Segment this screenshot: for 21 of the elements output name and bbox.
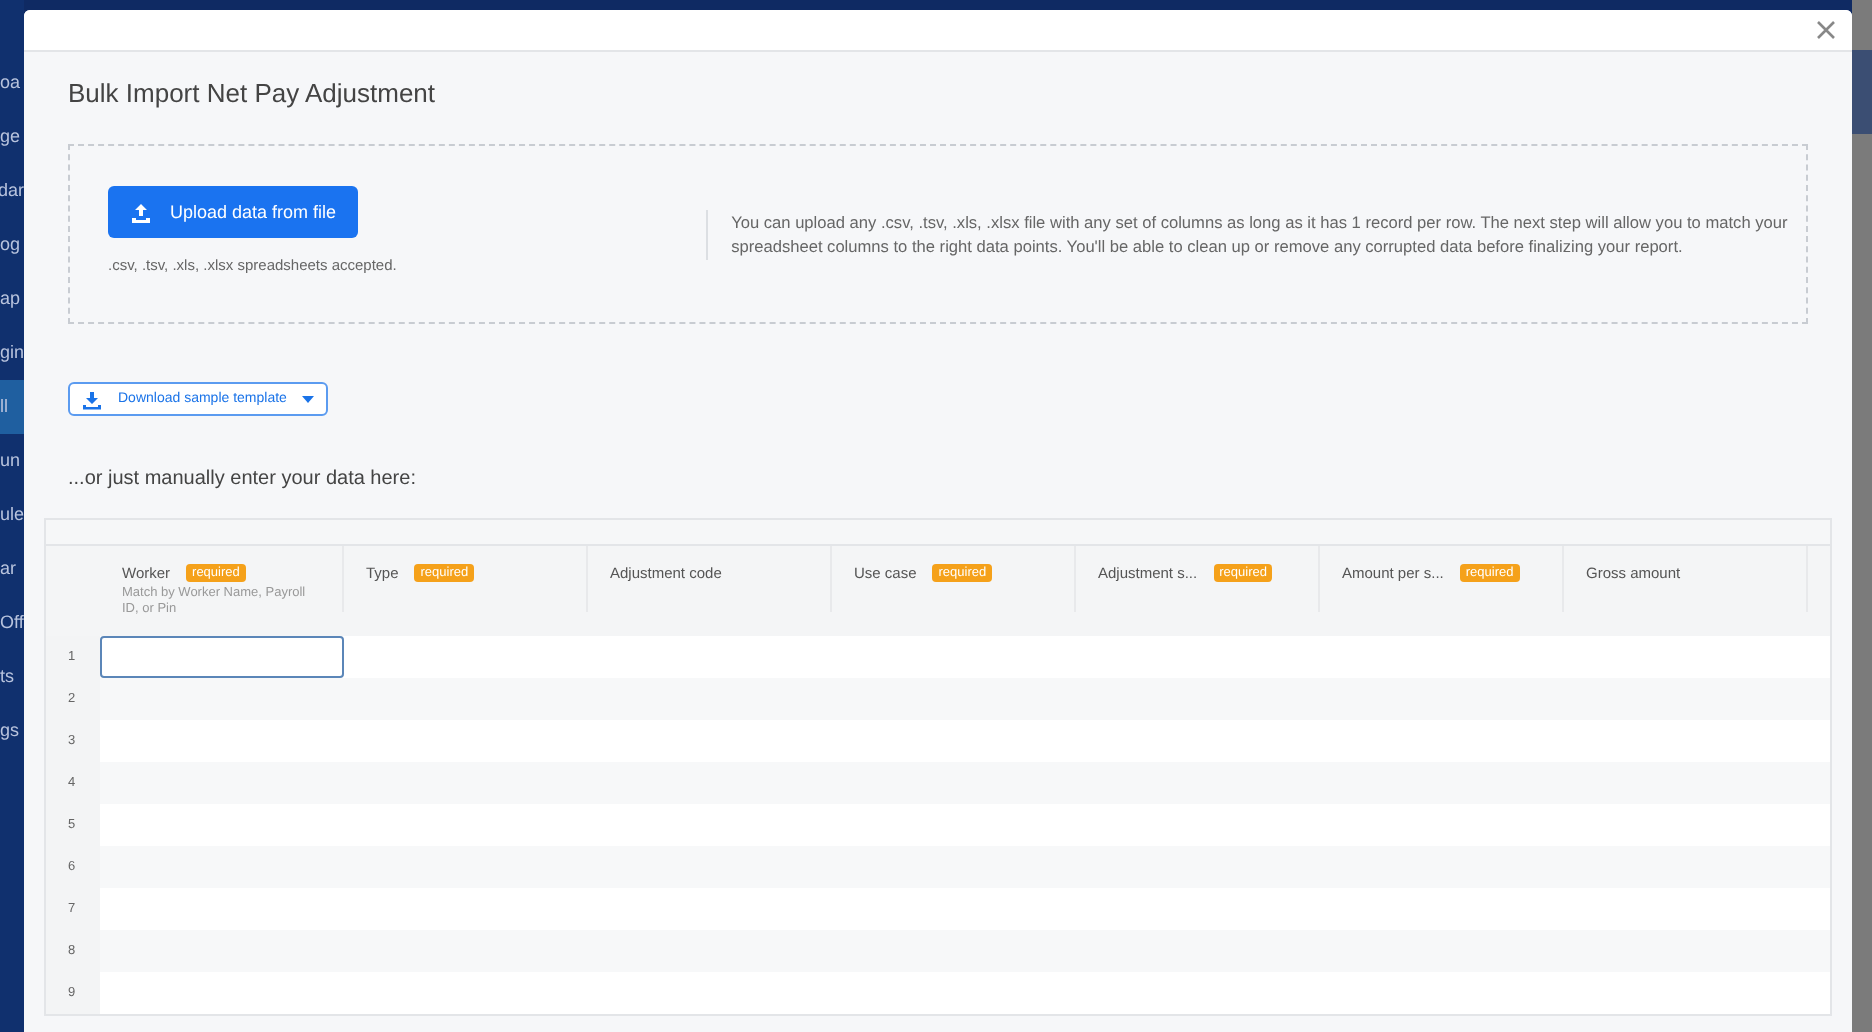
- sidebar-item[interactable]: ap: [0, 272, 24, 326]
- sidebar-item[interactable]: ar: [0, 542, 24, 596]
- upload-description: You can upload any .csv, .tsv, .xls, .xlsx file with any set of columns as long as it has 1 record per row. The next step will allow you to match your spreadsheet columns to the right data points. You'll be able to clean up or remove any corrupted data before finalizing your report.: [705, 209, 1806, 259]
- sidebar-item[interactable]: ll: [0, 380, 24, 434]
- modal-title: Bulk Import Net Pay Adjustment: [68, 78, 438, 108]
- sidebar-item[interactable]: og: [0, 218, 24, 272]
- close-icon[interactable]: [1812, 16, 1840, 44]
- sidebar-item[interactable]: gin: [0, 326, 24, 380]
- sidebar-item[interactable]: gs: [0, 704, 24, 758]
- sidebar-item[interactable]: ts: [0, 650, 24, 704]
- upload-button[interactable]: Upload data from file: [108, 186, 359, 238]
- focused-grid-cell[interactable]: [100, 636, 344, 678]
- upload-icon: [130, 201, 152, 223]
- sidebar-item[interactable]: un: [0, 434, 24, 488]
- manual-entry-heading: ...or just manually enter your data here:: [68, 468, 418, 490]
- sidebar-item[interactable]: ge: [0, 110, 24, 164]
- sidebar-item[interactable]: Off: [0, 596, 24, 650]
- sidebar-item[interactable]: ule: [0, 488, 24, 542]
- download-icon: [82, 389, 102, 409]
- caret-icon: [302, 395, 315, 403]
- sidebar-item[interactable]: oa: [0, 56, 24, 110]
